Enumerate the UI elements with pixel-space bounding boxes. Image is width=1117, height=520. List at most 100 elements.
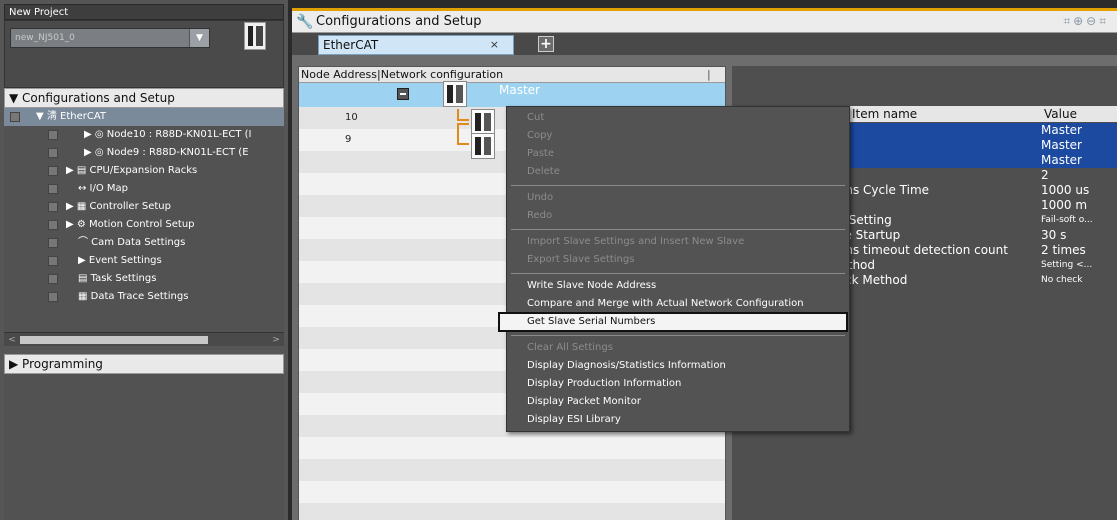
item-name-header: Item name xyxy=(852,107,918,121)
tree-item-label: ⌒ Cam Data Settings xyxy=(78,237,186,248)
tree-checkbox xyxy=(48,238,58,248)
menu-item-redo[interactable]: Redo xyxy=(507,207,849,225)
tree-item-node10[interactable]: ▶ ◎ Node10 : R88D-KN01L-ECT (I xyxy=(4,126,284,144)
tree-item-io-map[interactable]: ↔ I/O Map xyxy=(4,180,284,198)
master-device-icon xyxy=(443,81,467,107)
explorer-title: New Project xyxy=(4,4,284,20)
tab-ethercat[interactable]: EtherCAT × xyxy=(318,35,514,55)
tree-section-configurations[interactable]: ▼ Configurations and Setup xyxy=(4,88,284,108)
tab-strip: EtherCAT × + xyxy=(292,33,1117,55)
menu-separator xyxy=(511,229,845,230)
tree-checkbox xyxy=(48,148,58,158)
tree-item-task-settings[interactable]: ▤ Task Settings xyxy=(4,270,284,288)
context-menu: Cut Copy Paste Delete Undo Redo Import S… xyxy=(498,106,850,432)
tab-label: EtherCAT xyxy=(323,38,379,52)
edit-pane-header: 🔧 Configurations and Setup ⌗⊕⊖⌗ xyxy=(292,11,1117,33)
tree-item-label: ▤ Task Settings xyxy=(78,273,157,284)
scroll-right-icon[interactable]: > xyxy=(270,334,282,346)
grid-header-label: Node Address|Network configuration xyxy=(301,68,504,81)
zoom-fit-icon[interactable]: ⌗⊕⊖⌗ xyxy=(1063,14,1109,29)
tree-item-label: ▶ ⚙ Motion Control Setup xyxy=(66,219,195,230)
menu-item-display-packet-monitor[interactable]: Display Packet Monitor xyxy=(507,393,849,411)
edit-pane-title: Configurations and Setup xyxy=(316,14,482,29)
tree-checkbox xyxy=(48,166,58,176)
menu-item-delete[interactable]: Delete xyxy=(507,163,849,181)
property-value: 1000 m xyxy=(1041,198,1088,212)
node-address: 9 xyxy=(345,134,352,145)
menu-separator xyxy=(511,273,845,274)
tree-checkbox xyxy=(10,112,20,122)
tree-item-label: ↔ I/O Map xyxy=(78,183,129,194)
menu-item-display-esi-library[interactable]: Display ESI Library xyxy=(507,411,849,429)
property-value: 2 xyxy=(1041,168,1049,182)
wrench-icon: 🔧 xyxy=(296,14,314,30)
scroll-thumb[interactable] xyxy=(20,336,208,344)
menu-item-write-slave-node-address[interactable]: Write Slave Node Address xyxy=(507,277,849,295)
menu-item-clear-all-settings[interactable]: Clear All Settings xyxy=(507,339,849,357)
tree-item-data-trace[interactable]: ▦ Data Trace Settings xyxy=(4,288,284,306)
tree-item-event-settings[interactable]: ▶ Event Settings xyxy=(4,252,284,270)
menu-item-compare-and-merge[interactable]: Compare and Merge with Actual Network Co… xyxy=(507,295,849,313)
column-resize-handle[interactable]: | xyxy=(707,67,711,83)
menu-item-paste[interactable]: Paste xyxy=(507,145,849,163)
menu-item-display-diagnosis[interactable]: Display Diagnosis/Statistics Information xyxy=(507,357,849,375)
tree-checkbox xyxy=(48,130,58,140)
close-icon[interactable]: × xyxy=(490,36,499,54)
menu-item-cut[interactable]: Cut xyxy=(507,109,849,127)
grid-header: Node Address|Network configuration | xyxy=(299,67,725,83)
multiview-explorer: New Project new_NJ501_0 ▼ ▼ Configuratio… xyxy=(0,0,288,520)
tree-item-label: ▦ Data Trace Settings xyxy=(78,291,189,302)
tree-item-cpu-racks[interactable]: ▶ ▤ CPU/Expansion Racks xyxy=(4,162,284,180)
device-name: new_NJ501_0 xyxy=(15,33,75,43)
menu-item-import-slave-settings[interactable]: Import Slave Settings and Insert New Sla… xyxy=(507,233,849,251)
menu-separator xyxy=(511,335,845,336)
tree-item-cam-data[interactable]: ⌒ Cam Data Settings xyxy=(4,234,284,252)
property-value: 30 s xyxy=(1041,228,1067,242)
value-header: Value xyxy=(1044,107,1077,121)
property-value: Setting <... xyxy=(1041,260,1093,270)
slave-device-icon[interactable] xyxy=(471,133,495,159)
tree-item-node9[interactable]: ▶ ◎ Node9 : R88D-KN01L-ECT (E xyxy=(4,144,284,162)
property-value: No check xyxy=(1041,275,1083,285)
tree-item-label: ▶ Event Settings xyxy=(78,255,162,266)
add-tab-button[interactable]: + xyxy=(538,36,554,52)
property-value: Master xyxy=(1041,138,1082,152)
property-value: 1000 us xyxy=(1041,183,1090,197)
scroll-left-icon[interactable]: < xyxy=(6,334,18,346)
property-value: Master xyxy=(1041,153,1082,167)
tree-checkbox xyxy=(48,256,58,266)
tree-checkbox xyxy=(48,292,58,302)
tree-checkbox xyxy=(48,220,58,230)
tree-item-label: ▶ ◎ Node9 : R88D-KN01L-ECT (E xyxy=(84,147,249,158)
network-connector xyxy=(457,109,469,121)
tree-checkbox xyxy=(48,274,58,284)
device-select[interactable]: new_NJ501_0 ▼ xyxy=(10,28,210,48)
menu-item-copy[interactable]: Copy xyxy=(507,127,849,145)
tree-horizontal-scrollbar[interactable]: < > xyxy=(4,332,284,346)
property-value: 2 times xyxy=(1041,243,1086,257)
tree-checkbox xyxy=(48,202,58,212)
tree-item-label: ▼ 淸 EtherCAT xyxy=(36,111,107,122)
tree-item-controller-setup[interactable]: ▶ ▦ Controller Setup xyxy=(4,198,284,216)
slave-device-icon[interactable] xyxy=(471,109,495,135)
programming-area xyxy=(4,374,284,520)
config-tree: ▼ 淸 EtherCAT ▶ ◎ Node10 : R88D-KN01L-ECT… xyxy=(4,108,284,340)
tree-item-label: ▶ ▦ Controller Setup xyxy=(66,201,171,212)
master-label: Master xyxy=(499,83,540,97)
table-row xyxy=(299,437,725,459)
menu-item-undo[interactable]: Undo xyxy=(507,189,849,207)
table-row xyxy=(299,503,725,520)
network-connector xyxy=(457,123,469,145)
menu-item-display-production-info[interactable]: Display Production Information xyxy=(507,375,849,393)
node-address: 10 xyxy=(345,112,358,123)
chevron-down-icon[interactable]: ▼ xyxy=(189,29,209,47)
tree-section-programming[interactable]: ▶ Programming xyxy=(4,354,284,374)
table-row xyxy=(299,481,725,503)
tree-item-motion-control[interactable]: ▶ ⚙ Motion Control Setup xyxy=(4,216,284,234)
master-row[interactable]: Master xyxy=(299,81,725,107)
collapse-icon[interactable] xyxy=(397,88,409,100)
tree-item-label: ▶ ▤ CPU/Expansion Racks xyxy=(66,165,198,176)
menu-item-get-slave-serial-numbers[interactable]: Get Slave Serial Numbers xyxy=(498,312,848,332)
menu-item-export-slave-settings[interactable]: Export Slave Settings xyxy=(507,251,849,269)
tree-item-ethercat[interactable]: ▼ 淸 EtherCAT xyxy=(4,108,284,126)
